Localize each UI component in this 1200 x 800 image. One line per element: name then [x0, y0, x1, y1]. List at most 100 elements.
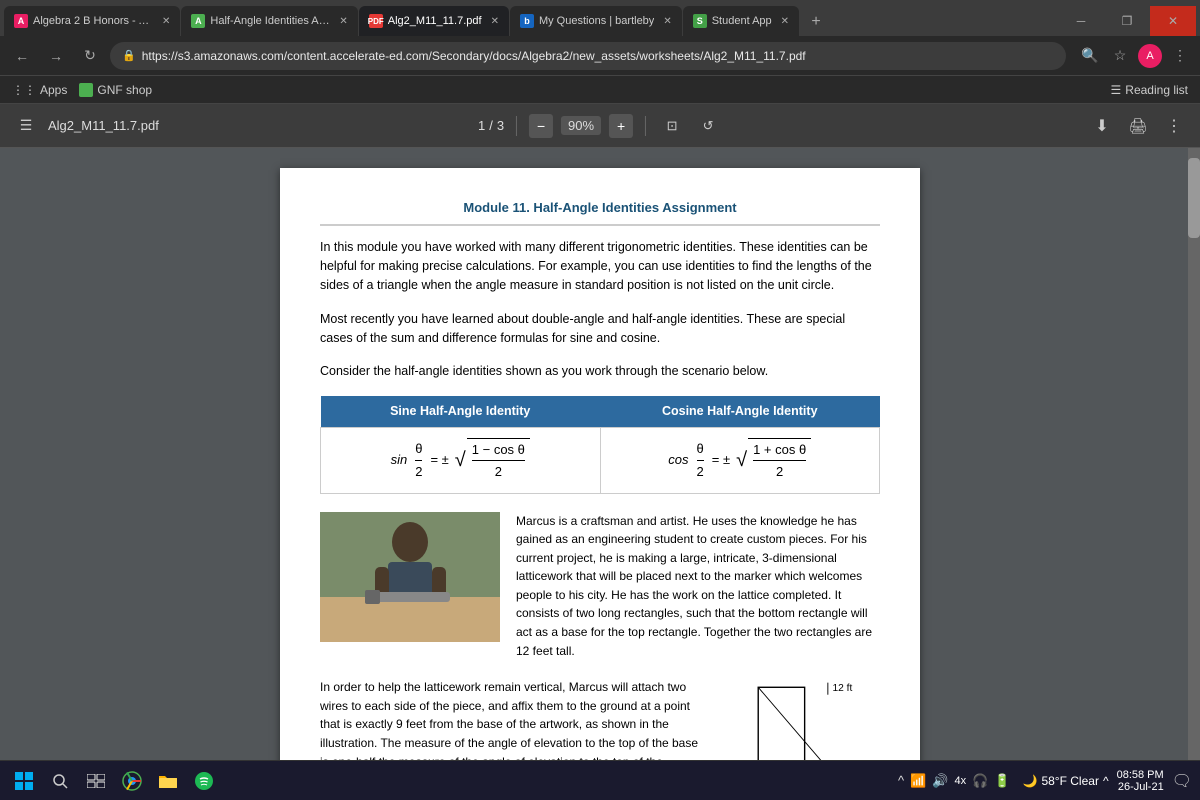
- tab-halfangle[interactable]: A Half-Angle Identities Assignm ✕: [181, 6, 357, 36]
- zoom-in-button[interactable]: +: [609, 114, 633, 138]
- page-title-text: Module 11. Half-Angle Identities Assignm…: [463, 200, 736, 215]
- tab4-close[interactable]: ✕: [663, 16, 671, 27]
- sine-formula: sin θ 2 = ± √: [333, 438, 588, 483]
- tab-student[interactable]: S Student App ✕: [683, 6, 799, 36]
- battery-icon[interactable]: 🔋: [994, 773, 1010, 789]
- pdf-scrollbar[interactable]: [1188, 148, 1200, 760]
- diagram-section: In order to help the latticework remain …: [320, 678, 880, 760]
- table-col1-header: Sine Half-Angle Identity: [321, 396, 601, 427]
- intro-paragraph-3: Consider the half-angle identities shown…: [320, 362, 880, 381]
- rotate-button[interactable]: ↺: [694, 112, 722, 140]
- tab5-close[interactable]: ✕: [781, 16, 789, 27]
- print-button[interactable]: 🖨: [1124, 112, 1152, 140]
- sine-formula-cell: sin θ 2 = ± √: [321, 427, 601, 493]
- bookmark-gnf[interactable]: GNF shop: [79, 83, 152, 97]
- search-icon[interactable]: 🔍: [1078, 44, 1102, 68]
- download-button[interactable]: ⬇: [1088, 112, 1116, 140]
- pdf-menu-toggle[interactable]: ☰: [12, 112, 40, 140]
- systray: ^ 📶 🔊 4x 🎧 🔋: [898, 773, 1010, 789]
- tab2-label: Half-Angle Identities Assignm: [210, 15, 330, 27]
- up-arrow-icon[interactable]: ^: [898, 773, 904, 788]
- diagram-figure: 12 ft: [720, 678, 880, 760]
- tab-bar: A Algebra 2 B Honors - AE - IVi ✕ A Half…: [0, 0, 1200, 36]
- minimize-button[interactable]: ─: [1058, 6, 1104, 36]
- diagram-description: In order to help the latticework remain …: [320, 678, 700, 760]
- chrome-icon: [122, 771, 142, 791]
- forward-button[interactable]: →: [42, 42, 70, 70]
- page-current: 1: [478, 118, 485, 133]
- reading-list-button[interactable]: ☰ Reading list: [1111, 83, 1188, 97]
- profile-icon[interactable]: A: [1138, 44, 1162, 68]
- tab4-favicon: b: [520, 14, 534, 28]
- zoom-out-button[interactable]: −: [529, 114, 553, 138]
- tab-pdf[interactable]: PDF Alg2_M11_11.7.pdf ✕: [359, 6, 509, 36]
- tab-bartleby[interactable]: b My Questions | bartleby ✕: [510, 6, 682, 36]
- intro-paragraph-2: Most recently you have learned about dou…: [320, 310, 880, 349]
- weather-widget[interactable]: 🌙 58°F Clear ^: [1023, 774, 1109, 788]
- pdf-viewer: ☰ Alg2_M11_11.7.pdf 1 / 3 − 90% + ⊡ ↺ ⬇ …: [0, 104, 1200, 760]
- tab3-favicon: PDF: [369, 14, 383, 28]
- gnf-label: GNF shop: [97, 83, 152, 97]
- bookmarks-bar: ⋮⋮ Apps GNF shop ☰ Reading list: [0, 76, 1200, 104]
- equals-pm: = ±: [430, 450, 448, 470]
- bookmark-apps[interactable]: ⋮⋮ Apps: [12, 83, 67, 97]
- clock-date: 26-Jul-21: [1118, 781, 1164, 793]
- taskbar: ^ 📶 🔊 4x 🎧 🔋 🌙 58°F Clear ^ 08:58 PM 26-…: [0, 760, 1200, 800]
- url-bar[interactable]: 🔒 https://s3.amazonaws.com/content.accel…: [110, 42, 1066, 70]
- spotify-icon: [195, 772, 213, 790]
- network-icon[interactable]: 📶: [910, 773, 926, 789]
- lock-icon: 🔒: [122, 49, 136, 62]
- tab3-close[interactable]: ✕: [491, 16, 499, 27]
- craftsman-svg: [320, 512, 500, 642]
- refresh-button[interactable]: ↻: [76, 42, 104, 70]
- tab-algebra[interactable]: A Algebra 2 B Honors - AE - IVi ✕: [4, 6, 180, 36]
- fit-page-button[interactable]: ⊡: [658, 112, 686, 140]
- start-button[interactable]: [8, 765, 40, 797]
- pdf-toolbar-center: 1 / 3 − 90% + ⊡ ↺: [478, 112, 722, 140]
- taskbar-clock[interactable]: 08:58 PM 26-Jul-21: [1117, 769, 1164, 793]
- taskbar-search[interactable]: [44, 765, 76, 797]
- equals-pm-cos: = ±: [712, 450, 730, 470]
- intro-text-2: Most recently you have learned about dou…: [320, 312, 845, 345]
- cosine-sqrt: √ 1 + cos θ 2: [736, 438, 811, 483]
- pdf-more-button[interactable]: ⋮: [1160, 112, 1188, 140]
- craftsman-text: Marcus is a craftsman and artist. He use…: [516, 512, 880, 661]
- page-total: 3: [497, 118, 504, 133]
- headphone-icon[interactable]: 🎧: [972, 773, 988, 789]
- weather-icon: 🌙: [1023, 774, 1038, 788]
- height-label: 12 ft: [833, 683, 853, 694]
- marcus-description: Marcus is a craftsman and artist. He use…: [516, 514, 872, 658]
- taskbar-file-explorer[interactable]: [152, 765, 184, 797]
- tab1-close[interactable]: ✕: [162, 16, 170, 27]
- marcus-section: Marcus is a craftsman and artist. He use…: [320, 512, 880, 661]
- address-actions: 🔍 ☆ A ⋮: [1078, 44, 1192, 68]
- close-button[interactable]: ✕: [1150, 6, 1196, 36]
- taskbar-systray-area: ^ 📶 🔊 4x 🎧 🔋 🌙 58°F Clear ^ 08:58 PM 26-…: [898, 769, 1192, 793]
- tab1-label: Algebra 2 B Honors - AE - IVi: [33, 15, 153, 27]
- tab2-close[interactable]: ✕: [339, 16, 347, 27]
- windows-logo-icon: [15, 772, 33, 790]
- pdf-scrollbar-thumb[interactable]: [1188, 158, 1200, 238]
- star-icon[interactable]: ☆: [1108, 44, 1132, 68]
- volume-icon[interactable]: 🔊: [932, 773, 948, 789]
- zoom-level: 90%: [561, 116, 601, 135]
- weather-chevron: ^: [1103, 774, 1109, 788]
- task-view-button[interactable]: [80, 765, 112, 797]
- back-button[interactable]: ←: [8, 42, 36, 70]
- tab5-label: Student App: [712, 15, 772, 27]
- taskbar-spotify[interactable]: [188, 765, 220, 797]
- cos-label: cos: [668, 450, 688, 470]
- more-icon[interactable]: ⋮: [1168, 44, 1192, 68]
- reading-list-label: Reading list: [1125, 83, 1188, 97]
- sine-sqrt: √ 1 − cos θ 2: [455, 438, 530, 483]
- taskbar-chrome[interactable]: [116, 765, 148, 797]
- clock-time: 08:58 PM: [1117, 769, 1164, 781]
- tab1-favicon: A: [14, 14, 28, 28]
- table-col2-header: Cosine Half-Angle Identity: [600, 396, 880, 427]
- pdf-page: Module 11. Half-Angle Identities Assignm…: [280, 168, 920, 760]
- notification-icon[interactable]: 🗨: [1172, 771, 1192, 791]
- new-tab-button[interactable]: +: [802, 8, 830, 36]
- intro-text-1: In this module you have worked with many…: [320, 240, 872, 293]
- restore-button[interactable]: ❐: [1104, 6, 1150, 36]
- craftsman-photo: [320, 512, 500, 642]
